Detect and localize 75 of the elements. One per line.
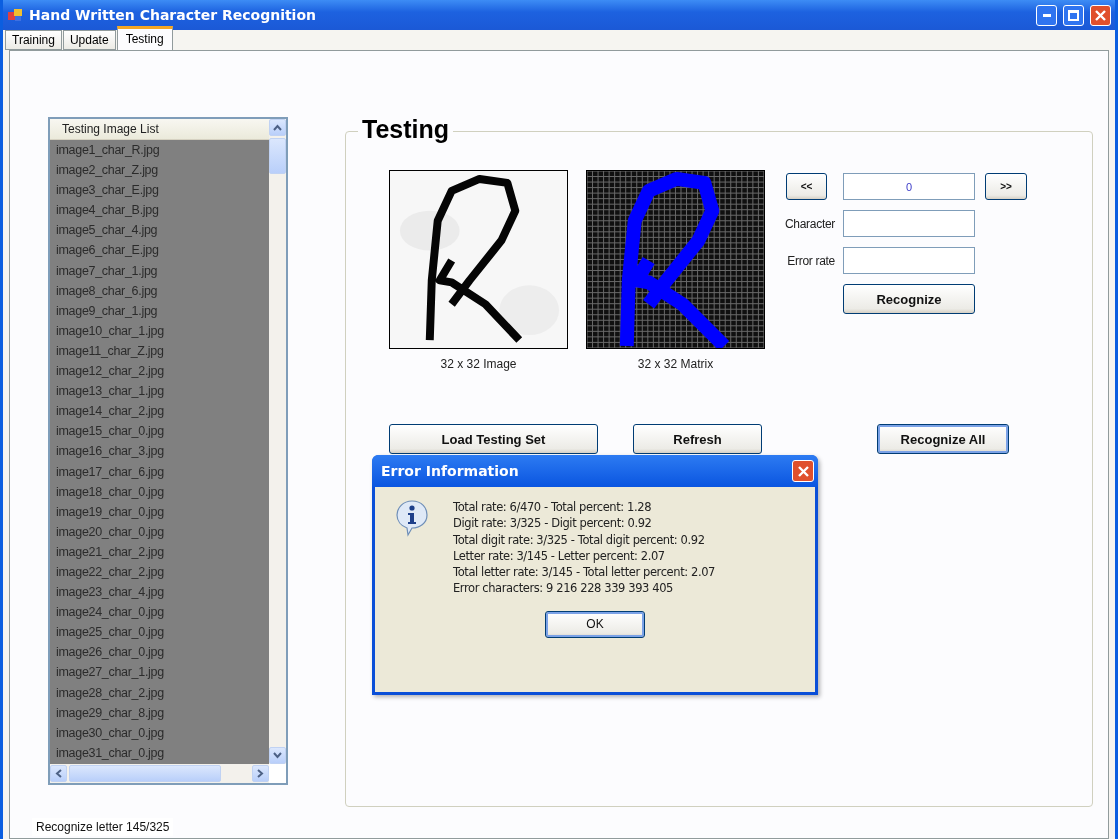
minimize-button[interactable] (1036, 4, 1057, 26)
error-rate-field[interactable] (843, 247, 975, 274)
load-testing-set-button[interactable]: Load Testing Set (389, 424, 598, 454)
list-item[interactable]: image12_char_2.jpg (50, 361, 269, 382)
matrix-caption: 32 x 32 Matrix (637, 357, 714, 371)
list-item[interactable]: image7_char_1.jpg (50, 260, 269, 281)
list-item[interactable]: image30_char_0.jpg (50, 722, 269, 743)
recognize-button[interactable]: Recognize (843, 284, 975, 314)
list-item[interactable]: image15_char_0.jpg (50, 421, 269, 442)
app-icon (7, 7, 23, 23)
list-item[interactable]: image18_char_0.jpg (50, 481, 269, 502)
list-item[interactable]: image16_char_3.jpg (50, 441, 269, 462)
list-item[interactable]: image6_char_E.jpg (50, 240, 269, 261)
list-item[interactable]: image2_char_Z.jpg (50, 160, 269, 181)
list-item[interactable]: image21_char_2.jpg (50, 541, 269, 562)
list-item[interactable]: image19_char_0.jpg (50, 501, 269, 522)
list-item[interactable]: image27_char_1.jpg (50, 662, 269, 683)
tab[interactable]: Update (62, 30, 116, 50)
scroll-down-button[interactable] (269, 747, 286, 764)
list-item[interactable]: image13_char_1.jpg (50, 381, 269, 402)
recognize-all-button[interactable]: Recognize All (877, 424, 1009, 454)
dialog-title: Error Information (381, 463, 519, 479)
ok-button[interactable]: OK (545, 610, 645, 638)
error-info-line: Digit rate: 3/325 - Digit percent: 0.92 (453, 515, 653, 532)
next-button[interactable]: >> (985, 173, 1027, 200)
minimize-icon (1042, 13, 1051, 17)
list-item[interactable]: image20_char_0.jpg (50, 521, 269, 542)
list-item[interactable]: image17_char_6.jpg (50, 461, 269, 482)
list-item[interactable]: image23_char_4.jpg (50, 582, 269, 603)
list-item[interactable]: image31_char_0.jpg (50, 742, 269, 763)
previous-button[interactable]: << (786, 173, 827, 200)
column-header[interactable]: Testing Image List (50, 119, 269, 140)
error-info-line: Total letter rate: 3/145 - Total letter percent: 2.07 (453, 564, 715, 581)
close-icon (797, 465, 809, 477)
list-item[interactable]: image9_char_1.jpg (50, 300, 269, 321)
index-field[interactable]: 0 (843, 173, 975, 200)
list-item[interactable]: image25_char_0.jpg (50, 622, 269, 643)
maximize-button[interactable] (1063, 4, 1084, 26)
list-item[interactable]: image10_char_1.jpg (50, 320, 269, 341)
list-item[interactable]: image24_char_0.jpg (50, 602, 269, 623)
scroll-up-button[interactable] (269, 119, 286, 136)
tab[interactable]: Testing (116, 26, 173, 50)
maximize-icon (1068, 9, 1079, 21)
list-item[interactable]: image26_char_0.jpg (50, 642, 269, 663)
horizontal-scrollbar[interactable] (50, 764, 269, 783)
list-item[interactable]: image29_char_8.jpg (50, 702, 269, 723)
character-label: Character (785, 216, 836, 231)
tab[interactable]: Training (5, 30, 62, 50)
dialog-close-button[interactable] (792, 460, 814, 482)
vertical-scrollbar[interactable] (269, 119, 286, 764)
list-item[interactable]: image1_char_R.jpg (50, 140, 269, 161)
list-item[interactable]: image28_char_2.jpg (50, 682, 269, 703)
image-caption: 32 x 32 Image (440, 357, 517, 371)
close-button[interactable] (1090, 4, 1111, 26)
list-item[interactable]: image14_char_2.jpg (50, 401, 269, 422)
scroll-right-button[interactable] (252, 765, 269, 782)
list-item[interactable]: image8_char_6.jpg (50, 280, 269, 301)
close-icon (1095, 9, 1106, 21)
refresh-button[interactable]: Refresh (633, 424, 762, 454)
scroll-left-button[interactable] (50, 765, 67, 782)
scroll-thumb[interactable] (69, 765, 221, 782)
error-info-line: Total digit rate: 3/325 - Total digit percent: 0.92 (453, 531, 706, 548)
error-info-line: Total rate: 6/470 - Total percent: 1.28 (453, 499, 653, 516)
info-icon (395, 499, 429, 537)
scroll-thumb[interactable] (269, 138, 286, 174)
error-rate-label: Error rate (787, 253, 836, 268)
error-info-line: Error characters: 9 216 228 339 393 405 (453, 580, 675, 597)
list-item[interactable]: image4_char_B.jpg (50, 200, 269, 221)
error-info-line: Letter rate: 3/145 - Letter percent: 2.07 (453, 547, 666, 565)
list-item[interactable]: image5_char_4.jpg (50, 220, 269, 241)
list-item[interactable]: image22_char_2.jpg (50, 561, 269, 583)
window-title: Hand Written Character Recognition (29, 7, 317, 23)
list-item[interactable]: image3_char_E.jpg (50, 180, 269, 201)
character-field[interactable] (843, 210, 975, 237)
list-item[interactable]: image11_char_Z.jpg (50, 340, 269, 362)
